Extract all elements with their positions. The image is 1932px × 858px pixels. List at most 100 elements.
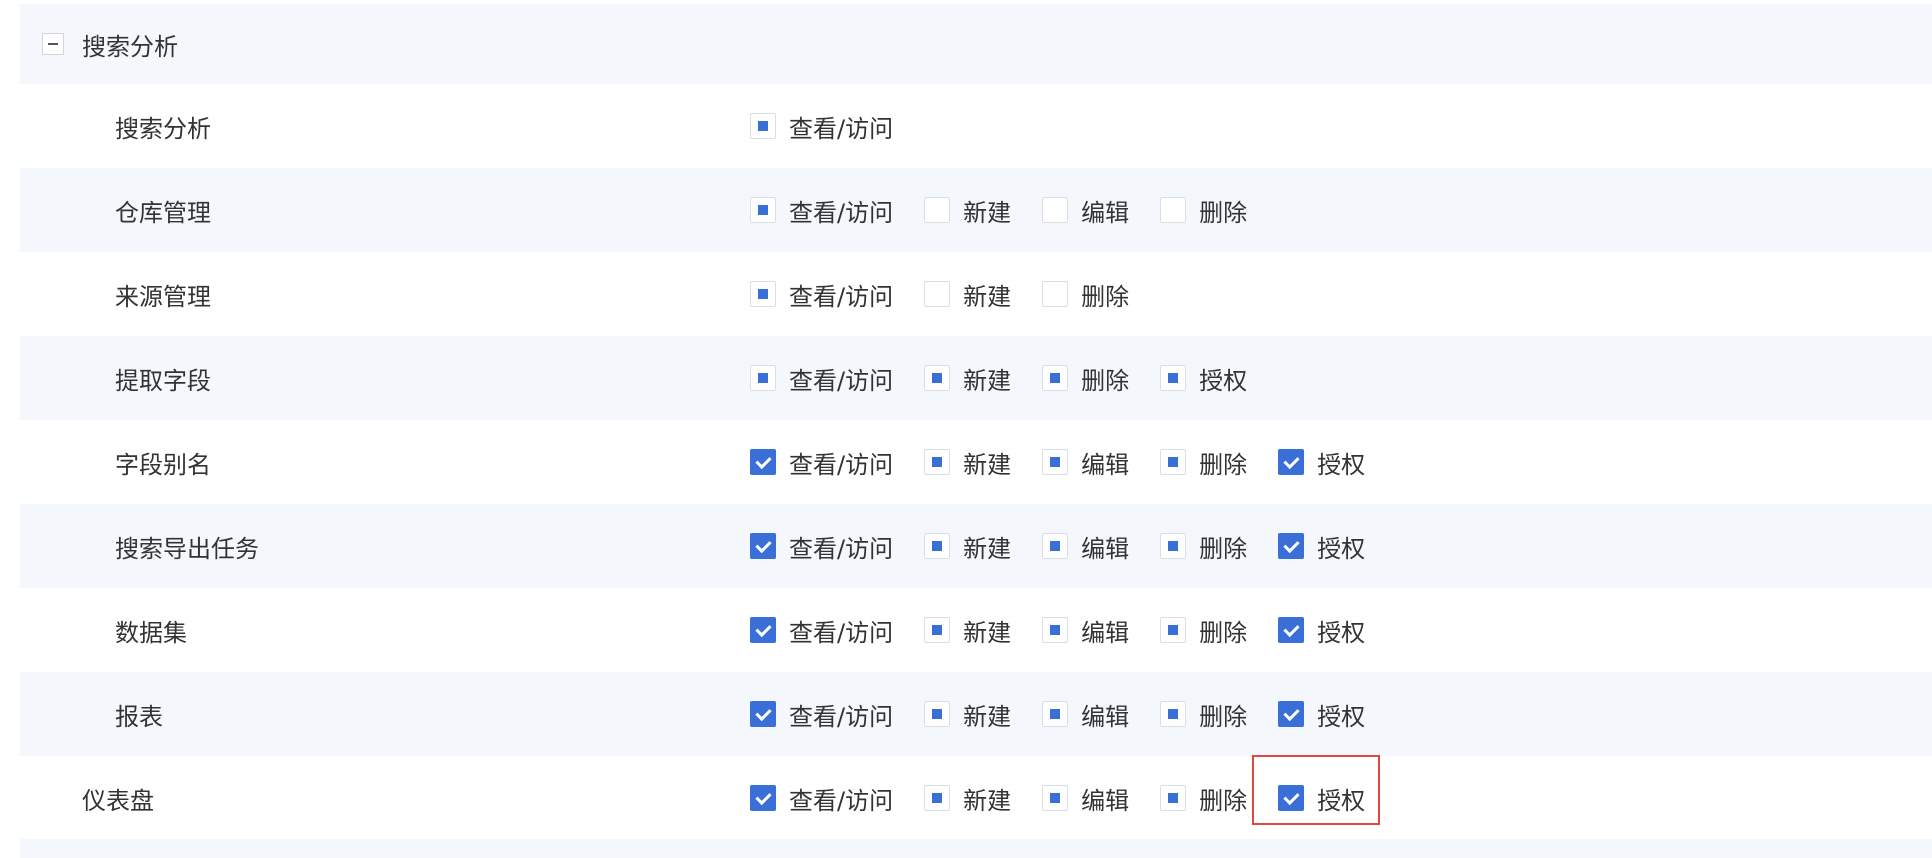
permission-label: 查看/访问 <box>789 198 894 227</box>
permission-option[interactable]: 删除 <box>1160 193 1247 228</box>
permission-option[interactable]: 新建 <box>924 445 1011 480</box>
permission-checkbox[interactable] <box>750 281 776 307</box>
permission-checkbox[interactable] <box>924 785 951 811</box>
permission-option[interactable]: 授权 <box>1278 781 1365 816</box>
permission-checkbox[interactable] <box>750 533 776 559</box>
permission-option[interactable]: 编辑 <box>1042 613 1129 648</box>
permission-option[interactable]: 查看/访问 <box>750 697 893 732</box>
permission-checkbox[interactable] <box>1042 365 1069 391</box>
permission-option[interactable]: 删除 <box>1042 277 1129 312</box>
permission-checkbox[interactable] <box>924 449 951 475</box>
permission-checkbox[interactable] <box>1042 533 1069 559</box>
permission-option[interactable]: 新建 <box>924 361 1011 396</box>
permission-checkbox[interactable] <box>1042 449 1069 475</box>
permission-option[interactable]: 新建 <box>924 697 1011 732</box>
permission-checkbox[interactable] <box>750 197 776 223</box>
permission-checkbox[interactable] <box>1042 197 1069 223</box>
group-row-search-analysis[interactable]: 搜索分析 <box>20 4 1932 84</box>
permission-option[interactable]: 新建 <box>924 193 1011 228</box>
permission-checkbox[interactable] <box>750 113 776 139</box>
permission-option[interactable]: 授权 <box>1278 613 1365 648</box>
permission-label: 删除 <box>1199 198 1248 227</box>
permission-option[interactable]: 编辑 <box>1042 445 1129 480</box>
permission-checkbox[interactable] <box>924 617 951 643</box>
permission-option[interactable]: 删除 <box>1042 361 1129 396</box>
permission-checkbox[interactable] <box>924 365 951 391</box>
permission-checkbox[interactable] <box>924 197 951 223</box>
row-label: 报表 <box>115 702 163 731</box>
permission-option[interactable]: 查看/访问 <box>750 781 893 816</box>
permission-group: 查看/访问 新建 删除 授权 <box>750 336 1278 420</box>
permission-option[interactable]: 查看/访问 <box>750 445 893 480</box>
permission-checkbox[interactable] <box>924 701 951 727</box>
permission-checkbox[interactable] <box>1042 785 1069 811</box>
permission-option[interactable]: 查看/访问 <box>750 361 893 396</box>
permission-option[interactable]: 查看/访问 <box>750 109 893 144</box>
permission-option[interactable]: 授权 <box>1278 697 1365 732</box>
permission-checkbox[interactable] <box>1278 785 1305 811</box>
permission-label: 编辑 <box>1081 534 1130 563</box>
permission-option[interactable]: 查看/访问 <box>750 613 893 648</box>
permission-label: 授权 <box>1317 534 1366 563</box>
permission-checkbox[interactable] <box>750 785 776 811</box>
permission-option[interactable]: 删除 <box>1160 781 1247 816</box>
permission-option[interactable]: 查看/访问 <box>750 529 893 564</box>
permission-checkbox[interactable] <box>750 365 776 391</box>
permission-option[interactable]: 删除 <box>1160 697 1247 732</box>
permission-checkbox[interactable] <box>1160 617 1187 643</box>
permission-checkbox[interactable] <box>1278 701 1305 727</box>
permission-checkbox[interactable] <box>1042 701 1069 727</box>
permission-group: 查看/访问 新建 编辑 删除 授权 <box>750 756 1396 840</box>
permission-checkbox[interactable] <box>1278 533 1305 559</box>
permission-checkbox[interactable] <box>1042 617 1069 643</box>
permission-checkbox[interactable] <box>1160 701 1187 727</box>
permission-checkbox[interactable] <box>1160 785 1187 811</box>
table-row: 仪表盘 查看/访问 新建 编辑 删除 授权 <box>20 756 1932 840</box>
permission-checkbox[interactable] <box>750 449 776 475</box>
permission-option[interactable]: 授权 <box>1160 361 1247 396</box>
permission-label: 新建 <box>963 282 1012 311</box>
permission-label: 查看/访问 <box>789 534 894 563</box>
permission-option[interactable]: 授权 <box>1278 529 1365 564</box>
permission-checkbox[interactable] <box>924 533 951 559</box>
table-row: 来源管理 查看/访问 新建 删除 <box>20 252 1932 336</box>
row-label: 搜索分析 <box>115 114 211 143</box>
permission-label: 编辑 <box>1081 618 1130 647</box>
permission-option[interactable]: 编辑 <box>1042 193 1129 228</box>
permission-group: 查看/访问 新建 编辑 删除 授权 <box>750 672 1396 756</box>
permission-checkbox[interactable] <box>1160 449 1187 475</box>
permission-option[interactable]: 新建 <box>924 529 1011 564</box>
permission-checkbox[interactable] <box>1278 617 1305 643</box>
permission-checkbox[interactable] <box>1278 449 1305 475</box>
group-label: 搜索分析 <box>82 32 178 61</box>
permission-label: 查看/访问 <box>789 282 894 311</box>
permission-checkbox[interactable] <box>1160 365 1187 391</box>
row-label: 字段别名 <box>115 450 211 479</box>
permission-option[interactable]: 查看/访问 <box>750 277 893 312</box>
permission-label: 删除 <box>1199 786 1248 815</box>
permission-label: 新建 <box>963 618 1012 647</box>
permission-option[interactable]: 编辑 <box>1042 697 1129 732</box>
permission-checkbox[interactable] <box>1160 197 1187 223</box>
permission-option[interactable]: 授权 <box>1278 445 1365 480</box>
permission-checkbox[interactable] <box>1042 281 1069 307</box>
permission-label: 新建 <box>963 450 1012 479</box>
permission-option[interactable]: 新建 <box>924 781 1011 816</box>
permission-option[interactable]: 查看/访问 <box>750 193 893 228</box>
permission-option[interactable]: 删除 <box>1160 445 1247 480</box>
permission-checkbox[interactable] <box>1160 533 1187 559</box>
permission-label: 删除 <box>1081 366 1130 395</box>
permission-checkbox[interactable] <box>750 701 776 727</box>
permission-label: 新建 <box>963 198 1012 227</box>
permission-label: 授权 <box>1317 702 1366 731</box>
permission-checkbox[interactable] <box>750 617 776 643</box>
permission-option[interactable]: 新建 <box>924 613 1011 648</box>
row-label: 提取字段 <box>115 366 211 395</box>
collapse-toggle-minus-icon[interactable] <box>42 33 64 55</box>
permission-option[interactable]: 删除 <box>1160 529 1247 564</box>
permission-option[interactable]: 新建 <box>924 277 1011 312</box>
permission-option[interactable]: 删除 <box>1160 613 1247 648</box>
permission-checkbox[interactable] <box>924 281 951 307</box>
permission-option[interactable]: 编辑 <box>1042 781 1129 816</box>
permission-option[interactable]: 编辑 <box>1042 529 1129 564</box>
